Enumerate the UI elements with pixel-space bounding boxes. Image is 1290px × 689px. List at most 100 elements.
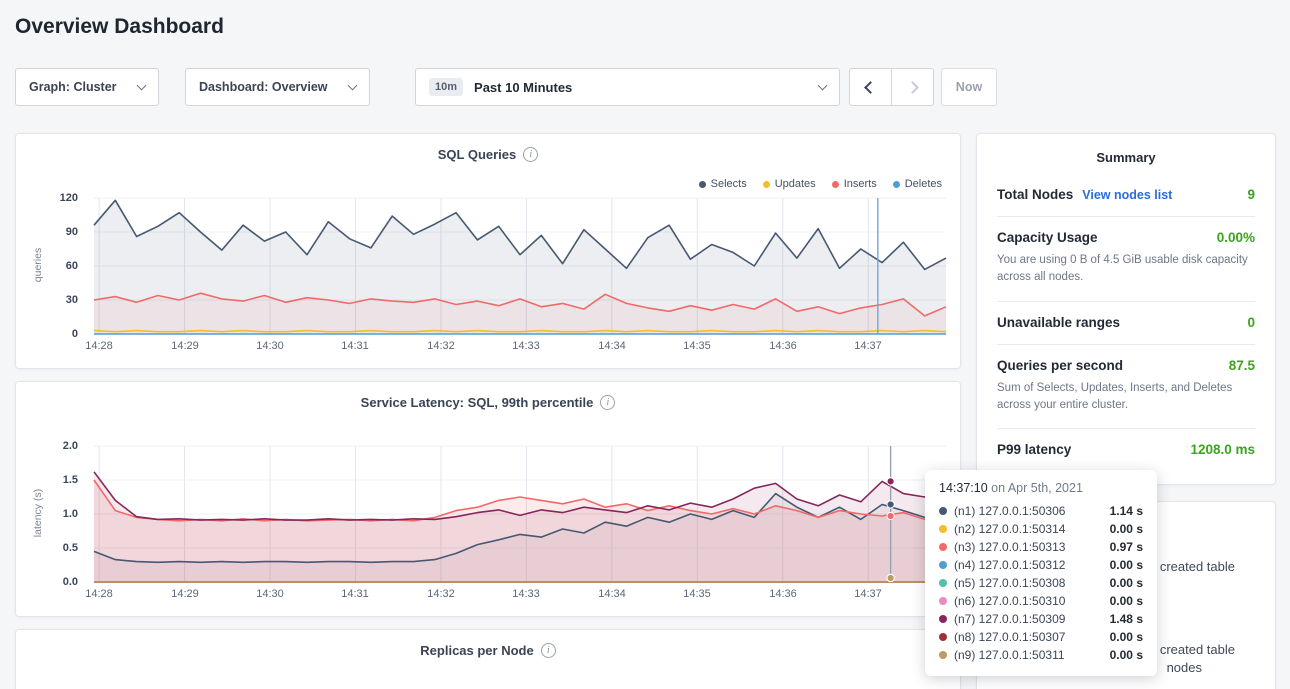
tooltip-node-row: (n1) 127.0.0.1:50306 1.14 s bbox=[939, 502, 1143, 520]
tooltip-node-label: (n3) 127.0.0.1:50313 bbox=[954, 540, 1065, 554]
node-color-dot-icon bbox=[939, 525, 947, 533]
node-color-dot-icon bbox=[939, 651, 947, 659]
chart-tooltip: 14:37:10 on Apr 5th, 2021 (n1) 127.0.0.1… bbox=[925, 470, 1157, 676]
info-icon[interactable]: i bbox=[541, 643, 556, 658]
y-axis-tick: 1.0 bbox=[63, 508, 78, 520]
tooltip-date: on Apr 5th, 2021 bbox=[991, 481, 1083, 495]
x-axis-tick: 14:36 bbox=[765, 340, 801, 352]
graph-selector-label: Graph: Cluster bbox=[29, 80, 117, 94]
node-color-dot-icon bbox=[939, 561, 947, 569]
event-item[interactable]: created table bbox=[1158, 642, 1235, 657]
tooltip-node-value: 0.97 s bbox=[1110, 540, 1143, 554]
sql-queries-chart-card: SQL Queries i Selects Updates Inserts Delet… bbox=[15, 133, 961, 369]
summary-title: Summary bbox=[997, 134, 1255, 174]
summary-row-total-nodes: Total Nodes View nodes list 9 bbox=[997, 174, 1255, 216]
x-axis-tick: 14:29 bbox=[167, 340, 203, 352]
x-axis-tick: 14:32 bbox=[423, 340, 459, 352]
tooltip-node-value: 0.00 s bbox=[1110, 558, 1143, 572]
x-axis-tick: 14:36 bbox=[765, 588, 801, 600]
x-axis-tick: 14:34 bbox=[594, 340, 630, 352]
summary-row-p99-latency: P99 latency 1208.0 ms bbox=[997, 428, 1255, 471]
tooltip-node-label: (n4) 127.0.0.1:50312 bbox=[954, 558, 1065, 572]
toolbar: Graph: Cluster Dashboard: Overview 10m P… bbox=[15, 68, 1275, 106]
tooltip-node-label: (n8) 127.0.0.1:50307 bbox=[954, 630, 1065, 644]
x-axis-tick: 14:33 bbox=[508, 340, 544, 352]
x-axis-tick: 14:35 bbox=[679, 588, 715, 600]
x-axis-tick: 14:37 bbox=[850, 588, 886, 600]
y-axis-tick: 60 bbox=[66, 260, 78, 272]
time-next-button[interactable] bbox=[891, 68, 934, 106]
x-axis-ticks: 14:2814:2914:3014:3114:3214:3314:3414:35… bbox=[94, 588, 946, 604]
legend-dot-icon bbox=[699, 181, 706, 188]
chart-title-text: SQL Queries bbox=[438, 147, 517, 162]
tooltip-node-row: (n6) 127.0.0.1:503100.00 s bbox=[939, 592, 1143, 610]
chevron-down-icon bbox=[348, 80, 358, 90]
tooltip-timestamp: 14:37:10 on Apr 5th, 2021 bbox=[939, 481, 1143, 502]
tooltip-node-label: (n2) 127.0.0.1:50314 bbox=[954, 522, 1065, 536]
y-axis-tick: 2.0 bbox=[63, 440, 78, 452]
chart-legend: Selects Updates Inserts Deletes bbox=[699, 178, 942, 190]
overview-dashboard-page: Overview Dashboard Graph: Cluster Dashbo… bbox=[0, 0, 1290, 689]
x-axis-tick: 14:34 bbox=[594, 588, 630, 600]
info-icon[interactable]: i bbox=[600, 395, 615, 410]
tooltip-node-row: (n8) 127.0.0.1:503070.00 s bbox=[939, 628, 1143, 646]
node-color-dot-icon bbox=[939, 507, 947, 515]
node-color-dot-icon bbox=[939, 615, 947, 623]
tooltip-node-value: 0.00 s bbox=[1110, 648, 1143, 662]
summary-description: Sum of Selects, Updates, Inserts, and De… bbox=[997, 380, 1255, 415]
tooltip-node-label: (n1) 127.0.0.1:50306 bbox=[954, 504, 1065, 518]
x-axis-tick: 14:37 bbox=[850, 340, 886, 352]
x-axis-tick: 14:31 bbox=[337, 588, 373, 600]
summary-value: 0.00% bbox=[1217, 230, 1255, 245]
summary-label: Total Nodes bbox=[997, 187, 1073, 202]
y-axis-ticks: 0.00.51.01.52.0 bbox=[16, 446, 86, 582]
chevron-left-icon bbox=[864, 81, 877, 94]
sql-queries-plot[interactable] bbox=[94, 198, 946, 334]
summary-label: Queries per second bbox=[997, 358, 1123, 373]
summary-value: 9 bbox=[1247, 187, 1255, 202]
summary-value: 87.5 bbox=[1229, 358, 1255, 373]
summary-row-unavailable-ranges: Unavailable ranges 0 bbox=[997, 301, 1255, 344]
legend-item[interactable]: Selects bbox=[699, 178, 747, 190]
tooltip-node-value: 1.14 s bbox=[1110, 504, 1143, 518]
legend-dot-icon bbox=[893, 181, 900, 188]
dashboard-selector-dropdown[interactable]: Dashboard: Overview bbox=[185, 68, 370, 106]
event-item[interactable]: created table bbox=[1158, 559, 1235, 574]
summary-label: P99 latency bbox=[997, 442, 1071, 457]
tooltip-node-value: 0.00 s bbox=[1110, 576, 1143, 590]
y-axis-tick: 30 bbox=[66, 294, 78, 306]
graph-selector-dropdown[interactable]: Graph: Cluster bbox=[15, 68, 159, 106]
summary-row-queries-per-second: Queries per second 87.5 Sum of Selects, … bbox=[997, 344, 1255, 429]
summary-description: You are using 0 B of 4.5 GiB usable disk… bbox=[997, 252, 1255, 287]
x-axis-tick: 14:33 bbox=[508, 588, 544, 600]
node-color-dot-icon bbox=[939, 633, 947, 641]
chart-title: Replicas per Node i bbox=[16, 630, 960, 658]
now-button[interactable]: Now bbox=[941, 68, 997, 106]
tooltip-rows: (n1) 127.0.0.1:50306 1.14 s (n2) 127.0.0.1… bbox=[939, 502, 1143, 664]
tooltip-node-label: (n9) 127.0.0.1:50311 bbox=[954, 648, 1065, 662]
legend-item[interactable]: Updates bbox=[763, 178, 816, 190]
summary-value: 1208.0 ms bbox=[1190, 442, 1255, 457]
node-color-dot-icon bbox=[939, 597, 947, 605]
x-axis-tick: 14:32 bbox=[423, 588, 459, 600]
time-prev-button[interactable] bbox=[849, 68, 892, 106]
legend-dot-icon bbox=[832, 181, 839, 188]
tooltip-node-row: (n9) 127.0.0.1:50311 0.00 s bbox=[939, 646, 1143, 664]
event-item[interactable]: nodes bbox=[1158, 660, 1202, 675]
chart-title-text: Service Latency: SQL, 99th percentile bbox=[361, 395, 594, 410]
info-icon[interactable]: i bbox=[523, 147, 538, 162]
tooltip-node-value: 0.00 s bbox=[1110, 522, 1143, 536]
service-latency-plot[interactable] bbox=[94, 446, 946, 582]
chart-title: SQL Queries i bbox=[16, 134, 960, 162]
chevron-right-icon bbox=[906, 81, 919, 94]
tooltip-node-value: 0.00 s bbox=[1110, 594, 1143, 608]
tooltip-node-value: 1.48 s bbox=[1110, 612, 1143, 626]
tooltip-node-row: (n4) 127.0.0.1:50312 0.00 s bbox=[939, 556, 1143, 574]
legend-item[interactable]: Deletes bbox=[893, 178, 942, 190]
y-axis-tick: 120 bbox=[60, 192, 78, 204]
time-range-dropdown[interactable]: 10m Past 10 Minutes bbox=[415, 68, 840, 106]
view-nodes-list-link[interactable]: View nodes list bbox=[1082, 188, 1172, 202]
legend-item[interactable]: Inserts bbox=[832, 178, 877, 190]
x-axis-tick: 14:30 bbox=[252, 340, 288, 352]
x-axis-tick: 14:31 bbox=[337, 340, 373, 352]
